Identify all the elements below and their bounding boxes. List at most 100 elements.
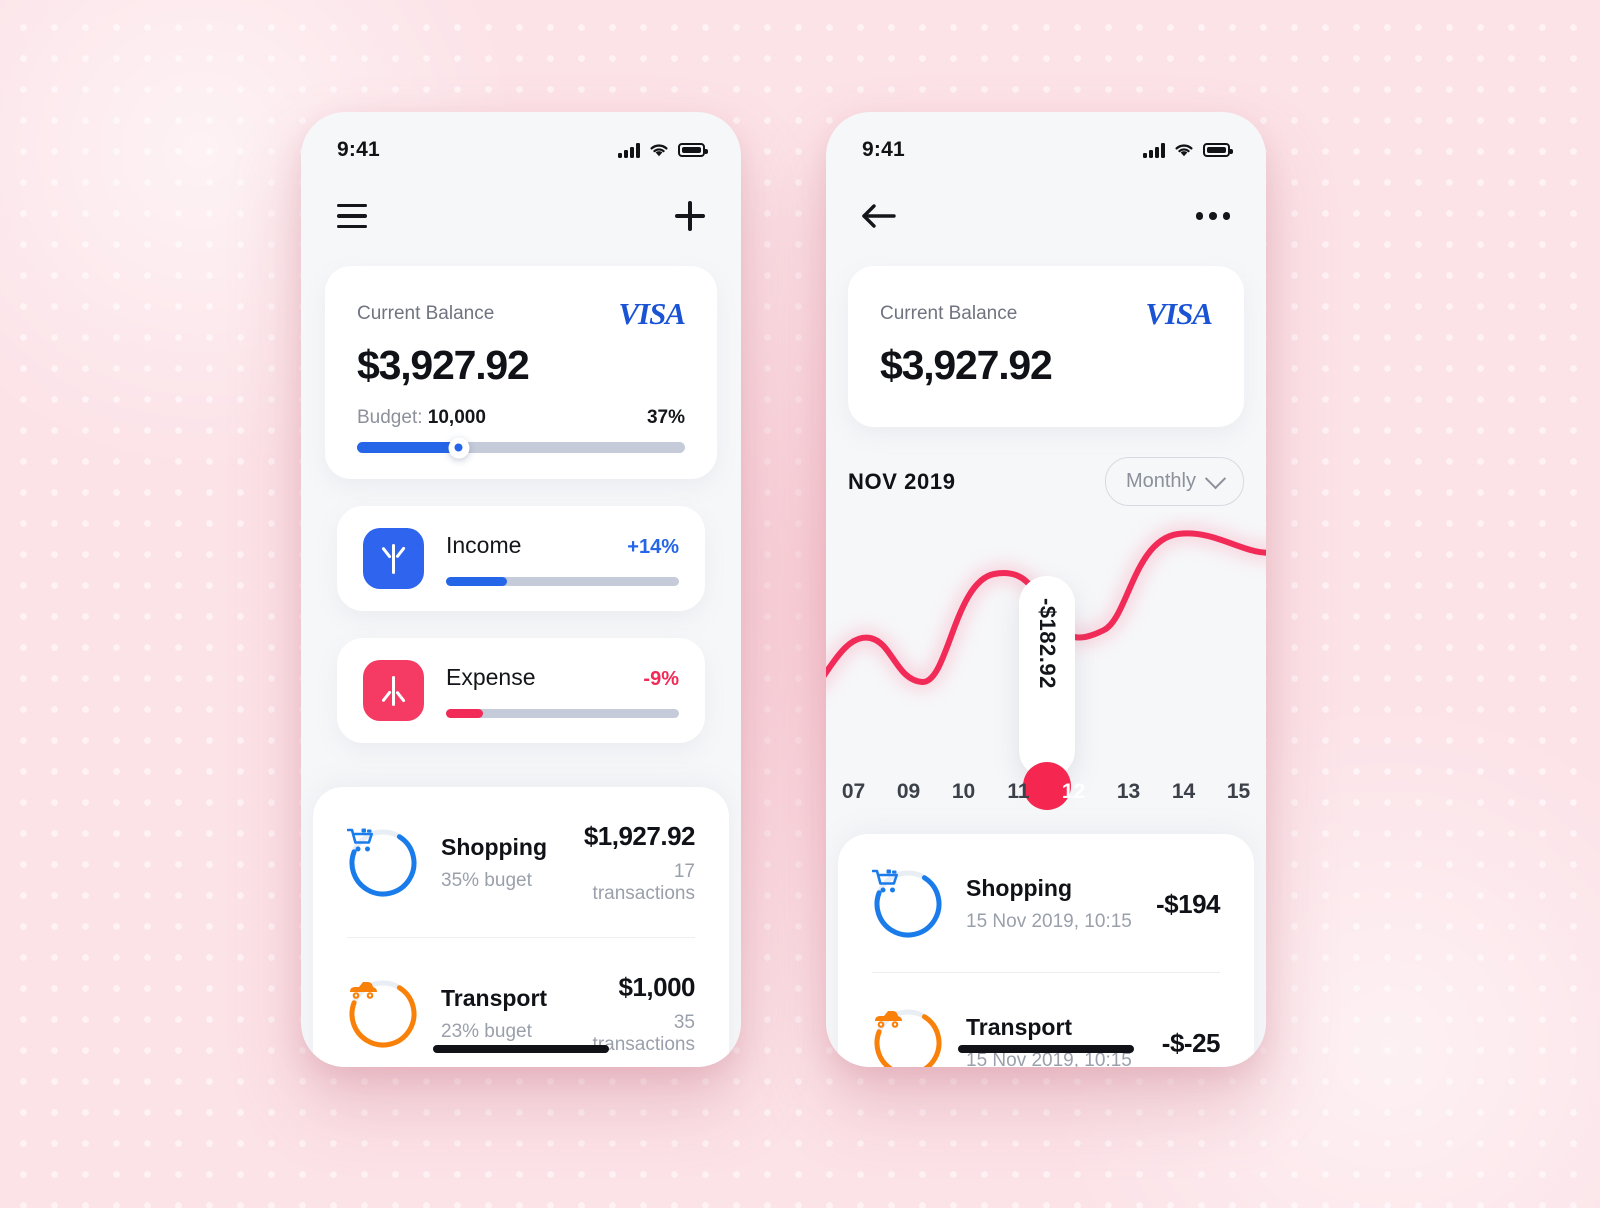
expense-icon-tile [363,660,424,721]
arrow-up-icon [383,543,405,574]
category-amount: $1,000 [618,972,695,1002]
balance-card-header: Current Balance VISA [880,296,1213,332]
status-icons [618,143,708,158]
car-icon [350,982,377,999]
expense-percent: -9% [643,667,679,690]
axis-tick-11[interactable]: 11 [991,780,1046,804]
budget-slider[interactable] [357,437,685,458]
wifi-icon [650,143,668,156]
chart-x-axis: 07 09 10 11 12 13 14 15 [826,780,1266,804]
shopping-progress-ring [347,827,419,899]
axis-tick-15[interactable]: 15 [1211,780,1266,804]
slider-fill [357,442,459,453]
shopping-progress-ring [872,868,944,940]
axis-tick-09[interactable]: 09 [881,780,936,804]
period-label: Monthly [1125,470,1196,492]
expense-label: Expense [446,663,536,690]
category-list: Shopping 35% buget $1,927.92 17 transact… [313,787,729,1067]
visa-logo-icon: VISA [1145,296,1213,331]
add-transaction-button[interactable] [675,201,705,231]
chevron-down-icon [1204,468,1227,490]
balance-card[interactable]: Current Balance VISA $3,927.92 [848,266,1244,427]
expense-card[interactable]: Expense -9% [337,638,705,743]
balance-label: Current Balance [880,303,1018,324]
balance-amount: $3,927.92 [880,342,1053,388]
income-percent: +14% [627,535,679,558]
slider-thumb[interactable] [448,437,470,458]
axis-tick-14[interactable]: 14 [1156,780,1211,804]
transaction-name: Transport [966,1014,1073,1040]
list-item-values: $1,927.92 17 transactions [569,821,696,905]
transaction-list: Shopping 15 Nov 2019, 10:15 -$194 Transp… [838,834,1254,1067]
income-icon-tile [363,528,424,589]
status-bar: 9:41 [301,112,741,174]
wifi-icon [1175,143,1193,156]
axis-tick-13[interactable]: 13 [1101,780,1156,804]
phone-left-screen: 9:41 Current Balance VISA $3,927.92 Budg… [301,112,741,1067]
table-row[interactable]: Shopping 15 Nov 2019, 10:15 -$194 [872,834,1221,972]
visa-logo-icon: VISA [618,296,686,331]
more-options-button[interactable] [1195,212,1230,220]
category-name: Transport [441,985,548,1011]
axis-tick-12-selected[interactable]: 12 [1046,780,1101,804]
transaction-amount: -$-25 [1161,1027,1221,1058]
nav-bar [826,174,1266,258]
income-progress-bar [446,576,679,586]
menu-button[interactable] [337,203,367,229]
category-budget: 23% buget [441,1021,532,1042]
axis-tick-07[interactable]: 07 [826,780,881,804]
balance-label: Current Balance [357,303,495,324]
income-label: Income [446,531,522,558]
balance-amount: $3,927.92 [357,342,530,388]
status-bar: 9:41 [826,112,1266,174]
battery-icon [678,143,708,157]
list-item[interactable]: Shopping 35% buget $1,927.92 17 transact… [347,787,695,937]
home-indicator[interactable] [958,1045,1134,1053]
axis-tick-10[interactable]: 10 [936,780,991,804]
balance-card[interactable]: Current Balance VISA $3,927.92 Budget: 1… [325,266,717,479]
transaction-values: -$194 [1156,888,1221,920]
budget-value: 10,000 [427,407,486,428]
expense-body: Expense -9% [446,664,679,718]
shopping-cart-icon [872,869,898,893]
transport-progress-ring [872,1007,944,1067]
signal-bars-icon [1143,143,1165,158]
transaction-text: Transport 15 Nov 2019, 10:15 [966,1014,1140,1067]
category-amount: $1,927.92 [583,821,696,851]
chart-tooltip-value: -$182.92 [1035,598,1060,689]
chart-header: NOV 2019 Monthly [826,427,1266,506]
phone-right-screen: 9:41 Current Balance VISA $3,927.92 NOV … [826,112,1266,1067]
category-budget: 35% buget [441,870,532,891]
signal-bars-icon [618,143,640,158]
budget-prefix: Budget: [357,407,428,428]
expense-progress-bar [446,708,679,718]
plus-icon [675,201,705,231]
more-horizontal-icon [1195,212,1230,220]
budget-percent: 37% [646,407,685,428]
transaction-datetime: 15 Nov 2019, 10:15 [966,911,1132,932]
chart-tooltip: -$182.92 [1019,576,1075,778]
transaction-name: Shopping [966,875,1073,901]
category-name: Shopping [441,834,548,860]
income-card[interactable]: Income +14% [337,506,705,611]
balance-card-header: Current Balance VISA [357,296,686,332]
period-selector[interactable]: Monthly [1104,457,1244,506]
status-time: 9:41 [337,138,380,161]
home-indicator[interactable] [433,1045,609,1053]
status-time: 9:41 [862,138,905,161]
car-icon [875,1011,902,1028]
back-button[interactable] [862,203,896,229]
income-body: Income +14% [446,532,679,586]
shopping-cart-icon [347,828,373,852]
transaction-values: -$-25 [1161,1027,1221,1059]
transaction-text: Shopping 15 Nov 2019, 10:15 [966,875,1134,933]
transaction-amount: -$194 [1156,888,1221,919]
list-item-text: Shopping 35% buget [441,834,547,892]
category-transactions: 17 transactions [592,861,695,904]
arrow-left-icon [862,204,896,228]
status-icons [1143,143,1233,158]
chart-month-label: NOV 2019 [848,468,956,494]
budget-label: Budget: 10,000 [357,407,486,429]
list-item-values: $1,000 35 transactions [569,972,696,1056]
spending-line-chart[interactable]: -$182.92 07 09 10 11 12 13 14 15 [826,512,1266,812]
